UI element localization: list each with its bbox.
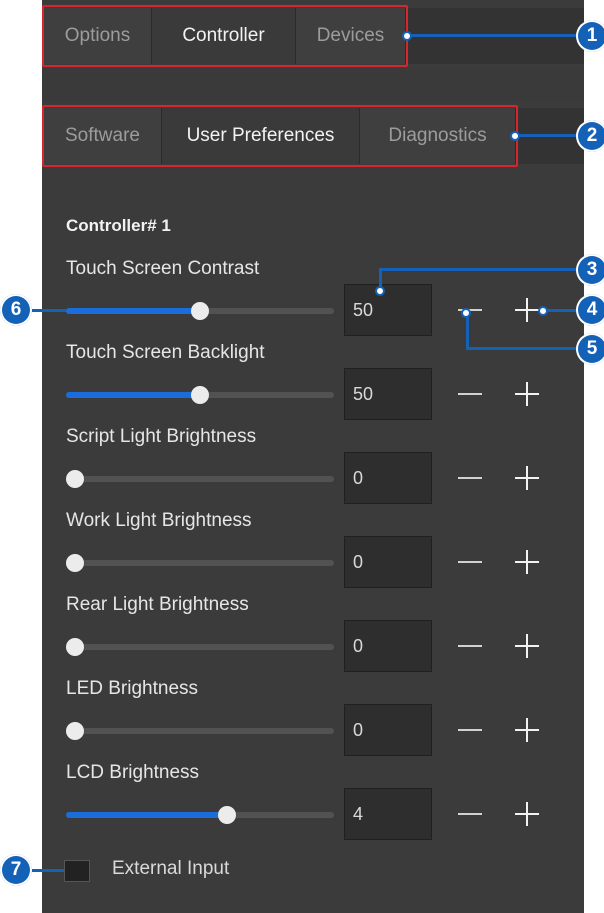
setting-label: Rear Light Brightness xyxy=(66,594,249,615)
increment-button[interactable] xyxy=(515,802,539,826)
callout-3-badge: 3 xyxy=(576,254,604,286)
callout-6-leader xyxy=(30,309,66,312)
callout-2-dot xyxy=(510,131,520,141)
slider-knob[interactable] xyxy=(217,806,236,824)
callout-3-dot xyxy=(375,286,385,296)
callout-4-badge: 4 xyxy=(576,294,604,326)
value-input[interactable]: 0 xyxy=(344,536,432,588)
increment-button[interactable] xyxy=(515,382,539,406)
slider-track[interactable] xyxy=(66,722,334,740)
controller-title: Controller# 1 xyxy=(66,216,171,235)
slider-track[interactable] xyxy=(66,302,334,320)
external-input-checkbox[interactable] xyxy=(64,860,90,882)
slider-fill xyxy=(66,308,200,314)
callout-5-leader xyxy=(466,347,578,350)
setting-label: LED Brightness xyxy=(66,678,199,699)
callout-2-leader xyxy=(516,134,580,137)
slider-fill xyxy=(66,392,200,398)
callout-3-leader xyxy=(380,268,576,271)
value-input[interactable]: 4 xyxy=(344,788,432,840)
decrement-button[interactable] xyxy=(458,645,482,647)
increment-button[interactable] xyxy=(515,718,539,742)
setting-label: Work Light Brightness xyxy=(66,510,252,531)
slider-track[interactable] xyxy=(66,638,334,656)
setting-label: LCD Brightness xyxy=(66,762,200,783)
value-input[interactable]: 0 xyxy=(344,704,432,756)
callout-2-badge: 2 xyxy=(576,120,604,152)
value-input[interactable]: 0 xyxy=(344,620,432,672)
value-input[interactable]: 0 xyxy=(344,452,432,504)
callout-1-badge: 1 xyxy=(576,20,604,52)
decrement-button[interactable] xyxy=(458,393,482,395)
slider-knob[interactable] xyxy=(191,302,209,320)
increment-button[interactable] xyxy=(515,298,539,322)
decrement-button[interactable] xyxy=(458,477,482,479)
slider-knob[interactable] xyxy=(66,722,84,740)
callout-7-badge: 7 xyxy=(0,854,32,886)
increment-button[interactable] xyxy=(515,466,539,490)
callout-1-leader xyxy=(408,34,580,37)
decrement-button[interactable] xyxy=(458,561,482,563)
callout-5-leader-vertical xyxy=(466,313,469,349)
slider-track[interactable] xyxy=(66,806,334,824)
increment-button[interactable] xyxy=(515,550,539,574)
slider-track[interactable] xyxy=(66,554,334,572)
decrement-button[interactable] xyxy=(458,729,482,731)
sub-tabs-highlight xyxy=(42,105,518,167)
setting-label: Touch Screen Contrast xyxy=(66,258,260,279)
decrement-button[interactable] xyxy=(458,813,482,815)
slider-knob[interactable] xyxy=(66,638,84,656)
external-input-label: External Input xyxy=(112,858,230,879)
slider-knob[interactable] xyxy=(66,554,84,572)
slider-track[interactable] xyxy=(66,470,334,488)
setting-label: Touch Screen Backlight xyxy=(66,342,265,363)
top-tabs-highlight xyxy=(42,5,408,67)
callout-5-dot xyxy=(461,308,471,318)
callout-4-dot xyxy=(538,306,548,316)
slider-knob[interactable] xyxy=(66,470,84,488)
setting-label: Script Light Brightness xyxy=(66,426,257,447)
slider-fill xyxy=(66,812,227,818)
spacer-band xyxy=(42,70,584,100)
slider-track[interactable] xyxy=(66,386,334,404)
value-input[interactable]: 50 xyxy=(344,368,432,420)
value-input[interactable]: 50 xyxy=(344,284,432,336)
callout-1-dot xyxy=(402,31,412,41)
callout-6-badge: 6 xyxy=(0,294,32,326)
callout-5-badge: 5 xyxy=(576,333,604,365)
callout-7-leader xyxy=(30,869,64,872)
increment-button[interactable] xyxy=(515,634,539,658)
slider-knob[interactable] xyxy=(191,386,209,404)
